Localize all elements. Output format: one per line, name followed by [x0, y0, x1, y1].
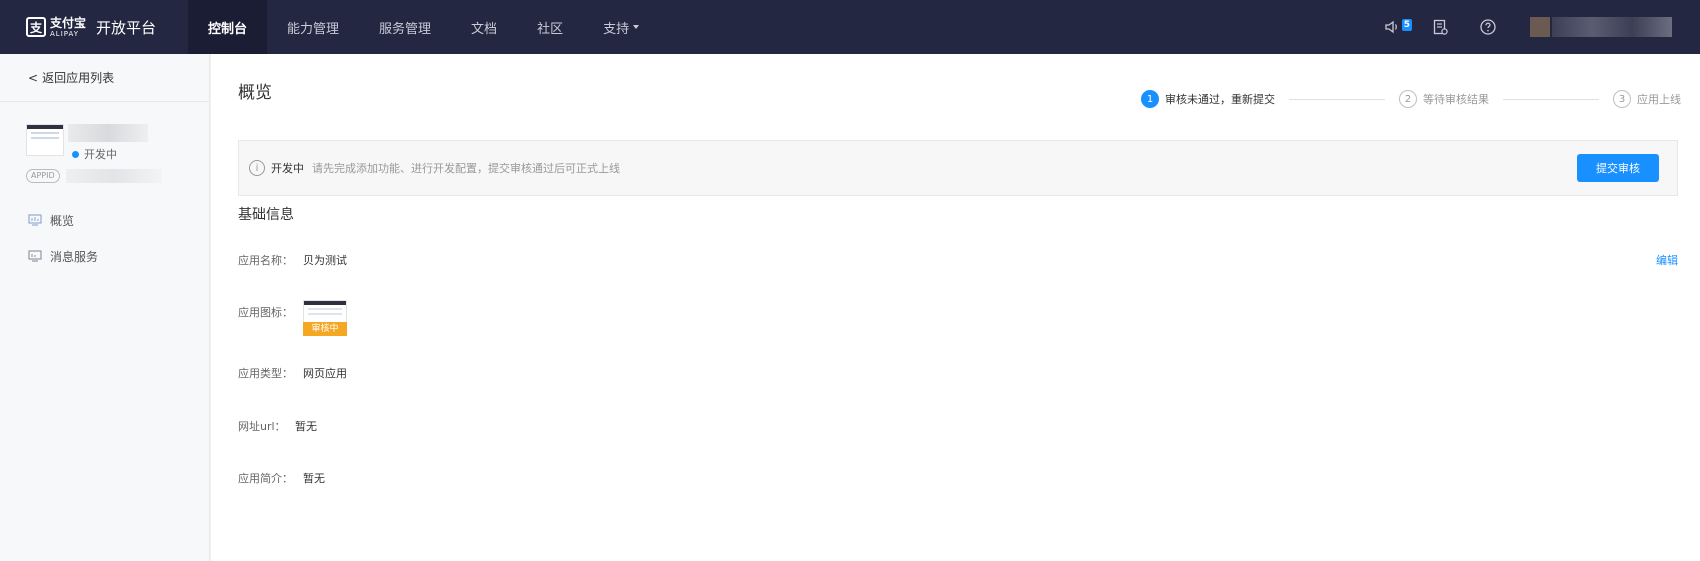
user-account-menu[interactable] [1530, 7, 1690, 47]
nav-service-label: 服务管理 [379, 21, 432, 37]
sidebar-item-overview-label: 概览 [50, 213, 75, 228]
status-dot-icon [72, 151, 79, 158]
page-title: 概览 [238, 83, 272, 103]
nav-console[interactable]: 控制台 [188, 0, 268, 54]
sidebar: < 返回应用列表 开发中 APPID 概览 消息服务 [0, 54, 210, 561]
top-navigation-bar: 支 支付宝 ALIPAY 开放平台 控制台 能力管理 服务管理 文档 社区 支持… [0, 0, 1700, 54]
sidebar-item-overview[interactable]: 概览 [0, 202, 209, 238]
alipay-wordmark: 支付宝 ALIPAY [50, 17, 86, 38]
chevron-left-icon: < [28, 70, 39, 85]
speaker-icon [1385, 20, 1397, 34]
nav-console-label: 控制台 [208, 21, 248, 37]
nav-community[interactable]: 社区 [517, 0, 583, 54]
step-3: 3 应用上线 [1613, 90, 1681, 108]
avatar [1530, 17, 1550, 37]
nav-capability-management[interactable]: 能力管理 [267, 0, 359, 54]
edit-link[interactable]: 编辑 [1656, 252, 1678, 268]
nav-docs[interactable]: 文档 [451, 0, 517, 54]
app-status: 开发中 [84, 148, 117, 161]
brand-cn: 支付宝 [50, 15, 87, 30]
app-name-blurred [68, 124, 148, 142]
sidebar-item-message-label: 消息服务 [50, 249, 99, 264]
app-summary-card: 开发中 APPID [0, 102, 209, 196]
url-label: 网址url： [238, 420, 286, 433]
app-type-value: 网页应用 [303, 367, 347, 380]
step-2-label: 等待审核结果 [1423, 93, 1489, 106]
step-1: 1 审核未通过，重新提交 [1141, 90, 1275, 108]
main-content: 概览 1 审核未通过，重新提交 2 等待审核结果 3 应用上线 i 开发中 请先… [211, 54, 1700, 561]
notice-status: 开发中 [271, 162, 304, 175]
nav-capability-label: 能力管理 [287, 21, 340, 37]
platform-name: 开放平台 [96, 18, 157, 37]
nav-service-management[interactable]: 服务管理 [359, 0, 451, 54]
announcement-button[interactable]: 5 [1380, 15, 1412, 39]
app-name-label: 应用名称： [238, 254, 293, 267]
user-name-blurred [1552, 17, 1672, 37]
step-2-number: 2 [1399, 90, 1417, 108]
notification-badge: 5 [1401, 19, 1412, 31]
notice-text: 请先完成添加功能、进行开发配置，提交审核通过后可正式上线 [312, 162, 620, 175]
message-icon [28, 250, 42, 262]
sidebar-item-message-service[interactable]: 消息服务 [0, 238, 209, 274]
app-type-label: 应用类型： [238, 367, 293, 380]
step-1-number: 1 [1141, 90, 1159, 108]
step-connector [1503, 98, 1599, 100]
step-2: 2 等待审核结果 [1399, 90, 1489, 108]
url-value: 暂无 [295, 420, 317, 433]
nav-docs-label: 文档 [471, 21, 498, 37]
nav-support[interactable]: 支持 [583, 0, 659, 54]
sidebar-menu: 概览 消息服务 [0, 202, 209, 274]
app-intro-value: 暂无 [303, 472, 325, 485]
appid-tag: APPID [26, 169, 60, 183]
help-icon [1480, 19, 1496, 35]
app-icon-label: 应用图标： [238, 306, 293, 319]
overview-icon [28, 214, 42, 226]
back-link-label: 返回应用列表 [42, 71, 115, 85]
app-thumbnail [26, 124, 64, 156]
nav-community-label: 社区 [537, 21, 564, 37]
under-review-tag: 审核中 [303, 322, 347, 336]
app-name-value: 贝为测试 [303, 254, 347, 267]
step-3-label: 应用上线 [1637, 93, 1681, 106]
dev-status-notice: i 开发中 请先完成添加功能、进行开发配置，提交审核通过后可正式上线 提交审核 [238, 140, 1678, 196]
help-button[interactable] [1476, 15, 1500, 39]
app-id-blurred [66, 169, 162, 183]
brand-en: ALIPAY [50, 29, 80, 38]
header-actions: 5 [1368, 0, 1700, 54]
main-nav: 控制台 能力管理 服务管理 文档 社区 支持 [188, 0, 659, 54]
submit-review-button[interactable]: 提交审核 [1577, 154, 1659, 182]
brand-logo[interactable]: 支 支付宝 ALIPAY 开放平台 [0, 0, 188, 54]
alipay-logo-icon: 支 [26, 17, 46, 37]
review-progress-steps: 1 审核未通过，重新提交 2 等待审核结果 3 应用上线 [1141, 90, 1681, 108]
chevron-down-icon [633, 25, 640, 29]
back-to-app-list-link[interactable]: < 返回应用列表 [0, 54, 209, 102]
step-connector [1289, 98, 1385, 100]
app-intro-label: 应用简介： [238, 472, 293, 485]
info-icon: i [249, 160, 265, 176]
step-1-label: 审核未通过，重新提交 [1165, 93, 1275, 106]
step-3-number: 3 [1613, 90, 1631, 108]
basic-info-title: 基础信息 [238, 207, 294, 223]
document-button[interactable] [1428, 15, 1452, 39]
document-icon [1433, 19, 1448, 35]
nav-support-label: 支持 [603, 21, 630, 37]
